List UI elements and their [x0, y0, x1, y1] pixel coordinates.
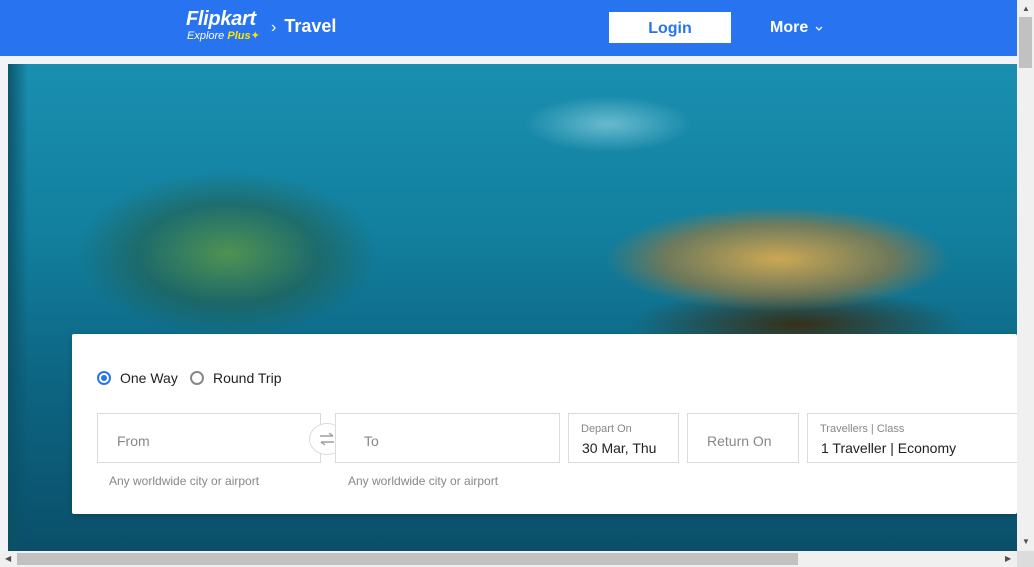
- from-placeholder: From: [117, 433, 150, 449]
- login-button[interactable]: Login: [609, 12, 731, 43]
- radio-unselected-icon[interactable]: [190, 371, 204, 385]
- horizontal-scroll-thumb[interactable]: [17, 553, 798, 565]
- plus-star-icon: ✦: [250, 30, 260, 42]
- chevron-down-icon: [812, 24, 823, 35]
- round-trip-label: Round Trip: [213, 370, 282, 386]
- scroll-up-icon[interactable]: ▲: [1022, 5, 1030, 13]
- to-placeholder: To: [364, 433, 379, 449]
- from-hint: Any worldwide city or airport: [109, 474, 260, 488]
- from-field[interactable]: From: [97, 413, 321, 463]
- depart-label: Depart On: [581, 423, 632, 435]
- trip-type-one-way[interactable]: One Way: [97, 370, 178, 386]
- horizontal-scrollbar[interactable]: ◀ ▶: [0, 551, 1017, 567]
- return-date-field[interactable]: Return On: [687, 413, 799, 463]
- one-way-label: One Way: [120, 370, 178, 386]
- return-placeholder: Return On: [707, 433, 772, 449]
- to-field[interactable]: To: [335, 413, 560, 463]
- travellers-value: 1 Traveller | Economy: [821, 440, 957, 456]
- brand-tagline: Explore Plus✦: [187, 30, 260, 42]
- travellers-label: Travellers | Class: [820, 423, 905, 435]
- depart-date-field[interactable]: Depart On 30 Mar, Thu: [568, 413, 679, 463]
- more-menu[interactable]: More: [770, 19, 823, 37]
- scroll-left-icon[interactable]: ◀: [5, 555, 11, 563]
- depart-value: 30 Mar, Thu: [582, 440, 657, 456]
- more-label: More: [770, 19, 809, 36]
- scroll-right-icon[interactable]: ▶: [1005, 555, 1011, 563]
- brand-name: Flipkart: [186, 8, 256, 30]
- flipkart-logo[interactable]: Flipkart Explore Plus✦: [186, 8, 260, 42]
- travellers-class-field[interactable]: Travellers | Class 1 Traveller | Economy: [807, 413, 1023, 463]
- top-header: Flipkart Explore Plus✦ › Travel Login Mor…: [0, 0, 1017, 56]
- vertical-scrollbar[interactable]: ▲ ▼: [1017, 0, 1034, 551]
- scroll-down-icon[interactable]: ▼: [1022, 538, 1030, 546]
- breadcrumb: › Travel: [271, 16, 336, 37]
- vertical-scroll-thumb[interactable]: [1019, 17, 1032, 68]
- flight-search-card: One Way Round Trip From Any worldwide ci…: [72, 334, 1023, 514]
- trip-type-round-trip[interactable]: Round Trip: [190, 370, 281, 386]
- scrollbar-corner: [1017, 551, 1034, 567]
- breadcrumb-separator-icon: ›: [271, 19, 277, 36]
- brand-plus: Plus: [227, 30, 251, 42]
- brand-explore: Explore: [187, 30, 225, 42]
- breadcrumb-travel[interactable]: Travel: [284, 16, 336, 36]
- hero-edge-shade: [8, 64, 28, 551]
- radio-selected-icon[interactable]: [97, 371, 111, 385]
- to-hint: Any worldwide city or airport: [348, 474, 499, 488]
